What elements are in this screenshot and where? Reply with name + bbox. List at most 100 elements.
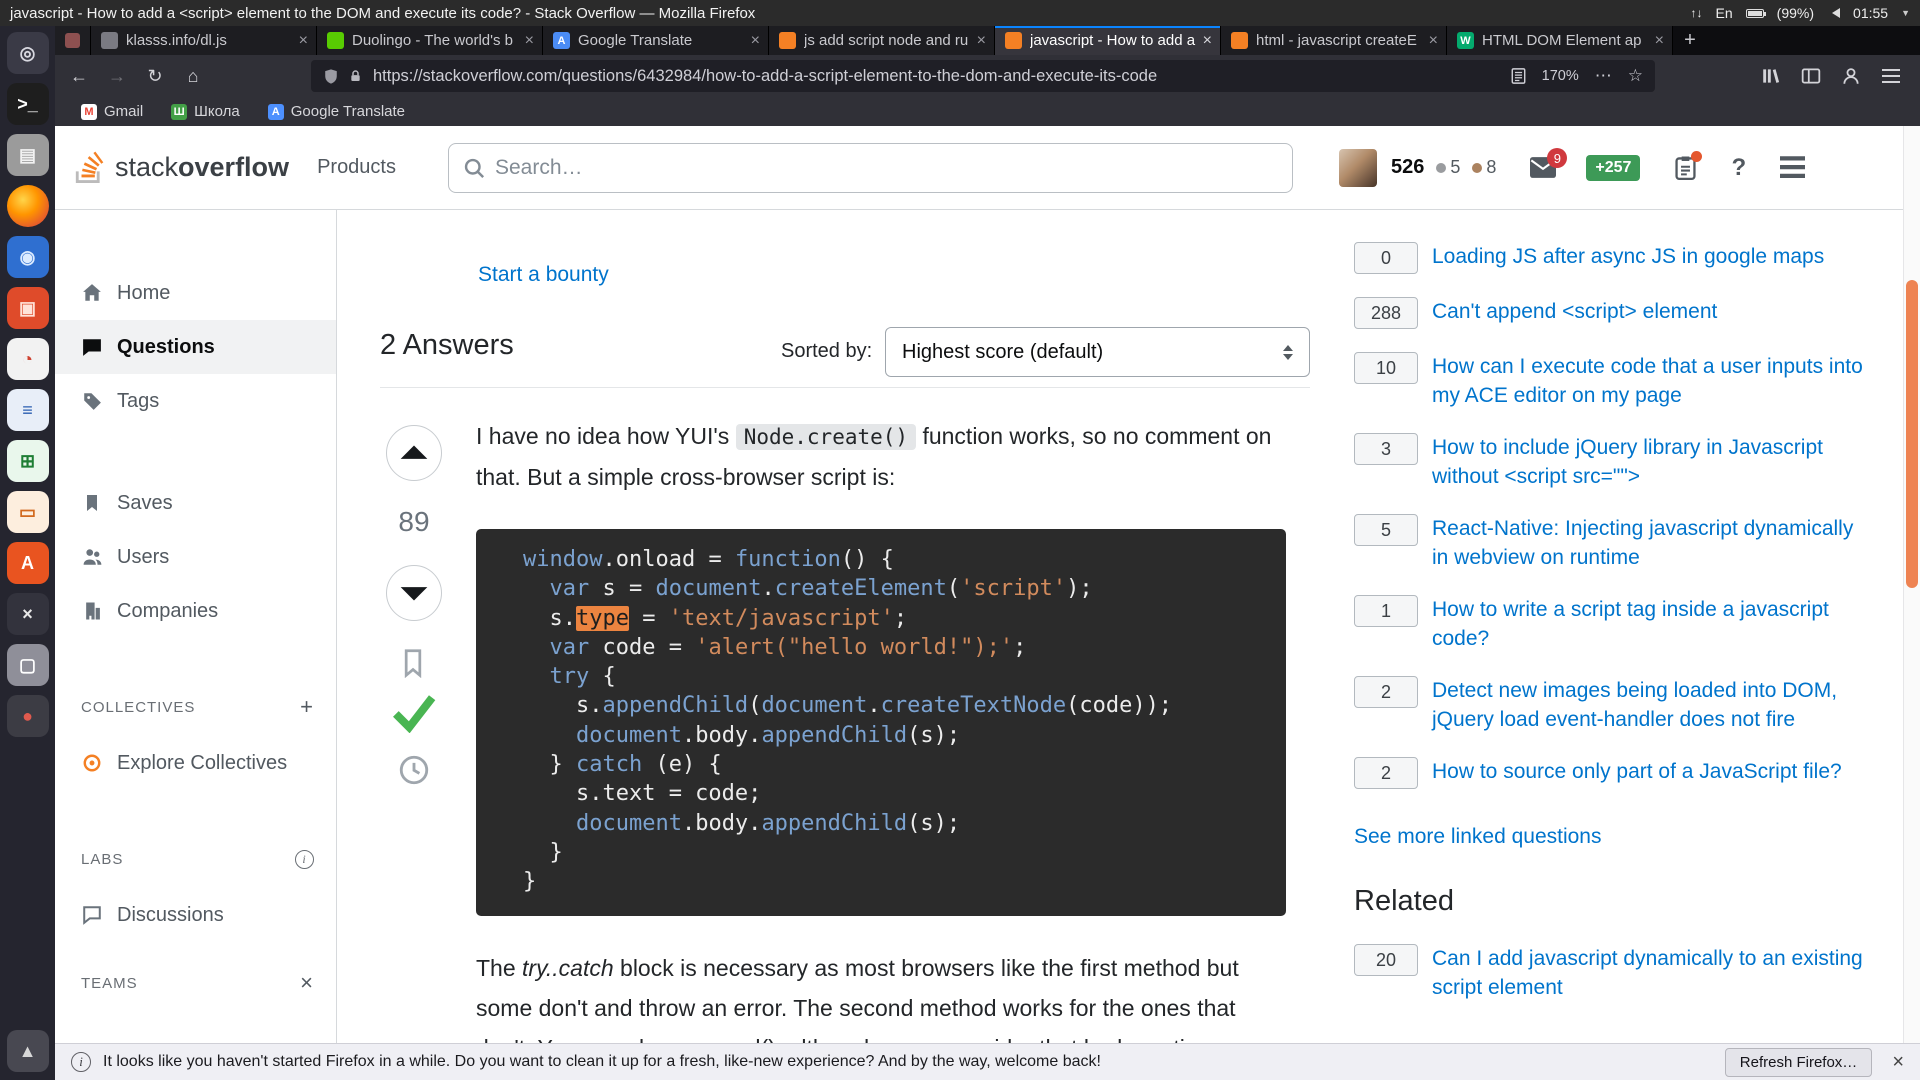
tab-close-icon[interactable]: × — [1429, 33, 1438, 49]
dock-firefox-icon[interactable] — [7, 185, 49, 227]
tracking-shield-icon[interactable] — [323, 68, 339, 85]
volume-icon[interactable] — [1827, 8, 1840, 18]
tab-google-translate[interactable]: AGoogle Translate× — [543, 26, 769, 55]
question-link[interactable]: How can I execute code that a user input… — [1432, 352, 1875, 410]
network-icon[interactable]: ↑↓ — [1691, 6, 1703, 20]
bookmark-star-icon[interactable]: ☆ — [1628, 66, 1643, 86]
reader-mode-icon[interactable] — [1511, 68, 1526, 84]
dock-webcam-icon[interactable]: ◉ — [7, 236, 49, 278]
sidebar-item-discussions[interactable]: Discussions — [55, 888, 336, 942]
search-icon — [463, 157, 485, 179]
labs-info-icon[interactable]: i — [295, 850, 314, 869]
school-favicon: Ш — [171, 104, 187, 120]
tab-klasss-info-dl-js[interactable]: klasss.info/dl.js× — [91, 26, 317, 55]
page-scrollbar[interactable] — [1903, 126, 1920, 1043]
dock-archive-icon[interactable]: ▢ — [7, 644, 49, 686]
start-bounty-link[interactable]: Start a bounty — [478, 263, 609, 287]
sidebars-icon[interactable] — [1796, 61, 1826, 91]
teams-close-icon[interactable]: × — [300, 972, 314, 994]
dock-file-cabinet-icon[interactable]: ▤ — [7, 134, 49, 176]
question-link[interactable]: React-Native: Injecting javascript dynam… — [1432, 514, 1875, 572]
dock-dash-search-icon[interactable]: ◎ — [7, 32, 49, 74]
dock-impress-icon[interactable]: ▭ — [7, 491, 49, 533]
dock-photo-app-icon[interactable]: ● — [7, 695, 49, 737]
sidebar-item-tags[interactable]: Tags — [55, 374, 336, 428]
refresh-firefox-button[interactable]: Refresh Firefox… — [1725, 1048, 1873, 1077]
dock-terminal-icon[interactable]: >_ — [7, 83, 49, 125]
home-button[interactable]: ⌂ — [177, 61, 209, 91]
bookmark-school[interactable]: ШШкола — [171, 103, 240, 120]
add-collective-icon[interactable]: + — [300, 696, 314, 718]
scrollbar-thumb[interactable] — [1906, 280, 1918, 588]
see-more-linked-link[interactable]: See more linked questions — [1354, 825, 1601, 849]
tab-duolingo-the-world-s-b[interactable]: Duolingo - The world's b× — [317, 26, 543, 55]
tab-javascript-how-to-add-a[interactable]: javascript - How to add a× — [995, 26, 1221, 55]
tab-close-icon[interactable]: × — [1655, 33, 1664, 49]
bookmark-translate[interactable]: AGoogle Translate — [268, 103, 405, 120]
menu-icon[interactable] — [1876, 61, 1906, 91]
reload-button[interactable]: ↻ — [139, 61, 171, 91]
tab-close-icon[interactable]: × — [1203, 33, 1212, 49]
tab-close-icon[interactable]: × — [299, 33, 308, 49]
search-box[interactable] — [448, 143, 1293, 193]
users-icon — [81, 547, 103, 567]
stackoverflow-logo[interactable]: stackoverflow — [73, 148, 289, 188]
upvote-button[interactable] — [386, 425, 442, 481]
tab-close-icon[interactable]: × — [525, 33, 534, 49]
new-tab-button[interactable]: + — [1673, 26, 1707, 55]
downvote-button[interactable] — [386, 565, 442, 621]
help-icon[interactable]: ? — [1731, 154, 1746, 182]
achievements-badge[interactable]: +257 — [1586, 155, 1640, 181]
user-avatar[interactable] — [1339, 149, 1377, 187]
search-input[interactable] — [495, 156, 1278, 180]
question-link[interactable]: How to write a script tag inside a javas… — [1432, 595, 1875, 653]
save-bookmark-icon[interactable] — [400, 648, 426, 683]
dock-calc-icon[interactable]: ⊞ — [7, 440, 49, 482]
dock-eject-icon[interactable]: ▲ — [7, 1030, 49, 1072]
tray-caret-icon[interactable]: ▼ — [1901, 8, 1910, 18]
history-icon[interactable] — [397, 753, 431, 792]
products-menu[interactable]: Products — [317, 156, 396, 179]
answers-heading: 2 Answers — [380, 329, 514, 362]
keyboard-layout-indicator[interactable]: En — [1716, 5, 1733, 21]
tab-html-dom-element-ap[interactable]: WHTML DOM Element ap× — [1447, 26, 1673, 55]
account-icon[interactable] — [1836, 61, 1866, 91]
sidebar-item-home[interactable]: Home — [55, 266, 336, 320]
inbox-icon[interactable]: 9 — [1530, 157, 1556, 178]
dock-media-app-icon[interactable]: ▣ — [7, 287, 49, 329]
notification-close-icon[interactable]: × — [1892, 1051, 1904, 1074]
page-actions-icon[interactable]: ⋯ — [1595, 66, 1612, 86]
tab-html-javascript-createe[interactable]: html - javascript createE× — [1221, 26, 1447, 55]
dock-ubuntu-software-icon[interactable]: A — [7, 542, 49, 584]
question-link[interactable]: How to include jQuery library in Javascr… — [1432, 433, 1875, 491]
question-link[interactable]: How to source only part of a JavaScript … — [1432, 757, 1842, 786]
question-link[interactable]: Detect new images being loaded into DOM,… — [1432, 676, 1875, 734]
sidebar-item-users[interactable]: Users — [55, 530, 336, 584]
sidebar-item-explore-collectives[interactable]: Explore Collectives — [55, 736, 336, 790]
question-link[interactable]: Loading JS after async JS in google maps — [1432, 242, 1824, 271]
back-button[interactable]: ← — [63, 61, 95, 91]
question-link[interactable]: Can't append <script> element — [1432, 297, 1717, 326]
question-link[interactable]: Can I add javascript dynamically to an e… — [1432, 944, 1875, 1002]
clock[interactable]: 01:55 — [1853, 5, 1888, 21]
tab-close-icon[interactable]: × — [751, 33, 760, 49]
url-bar[interactable]: https://stackoverflow.com/questions/6432… — [311, 60, 1655, 92]
reviews-icon[interactable] — [1674, 155, 1697, 181]
sidebar-item-companies[interactable]: Companies — [55, 584, 336, 638]
sidebar-item-saves[interactable]: Saves — [55, 476, 336, 530]
tab-close-icon[interactable]: × — [977, 33, 986, 49]
reputation-score[interactable]: 526 — [1391, 156, 1424, 179]
tab-js-add-script-node-and-ru[interactable]: js add script node and ru× — [769, 26, 995, 55]
dock-dark-app-icon[interactable]: × — [7, 593, 49, 635]
dock-writer-icon[interactable]: ≡ — [7, 389, 49, 431]
forward-button[interactable]: → — [101, 61, 133, 91]
dock-libreoffice-start-icon[interactable]: ◔ — [7, 338, 49, 380]
stackexchange-menu-icon[interactable] — [1780, 156, 1805, 179]
pinned-tab[interactable] — [55, 26, 91, 55]
https-lock-icon[interactable] — [348, 68, 363, 84]
library-icon[interactable] — [1756, 61, 1786, 91]
bookmark-gmail[interactable]: MGmail — [81, 103, 143, 120]
sort-select[interactable]: Highest score (default) — [885, 327, 1310, 377]
sidebar-item-questions[interactable]: Questions — [55, 320, 336, 374]
zoom-level[interactable]: 170% — [1542, 68, 1579, 84]
